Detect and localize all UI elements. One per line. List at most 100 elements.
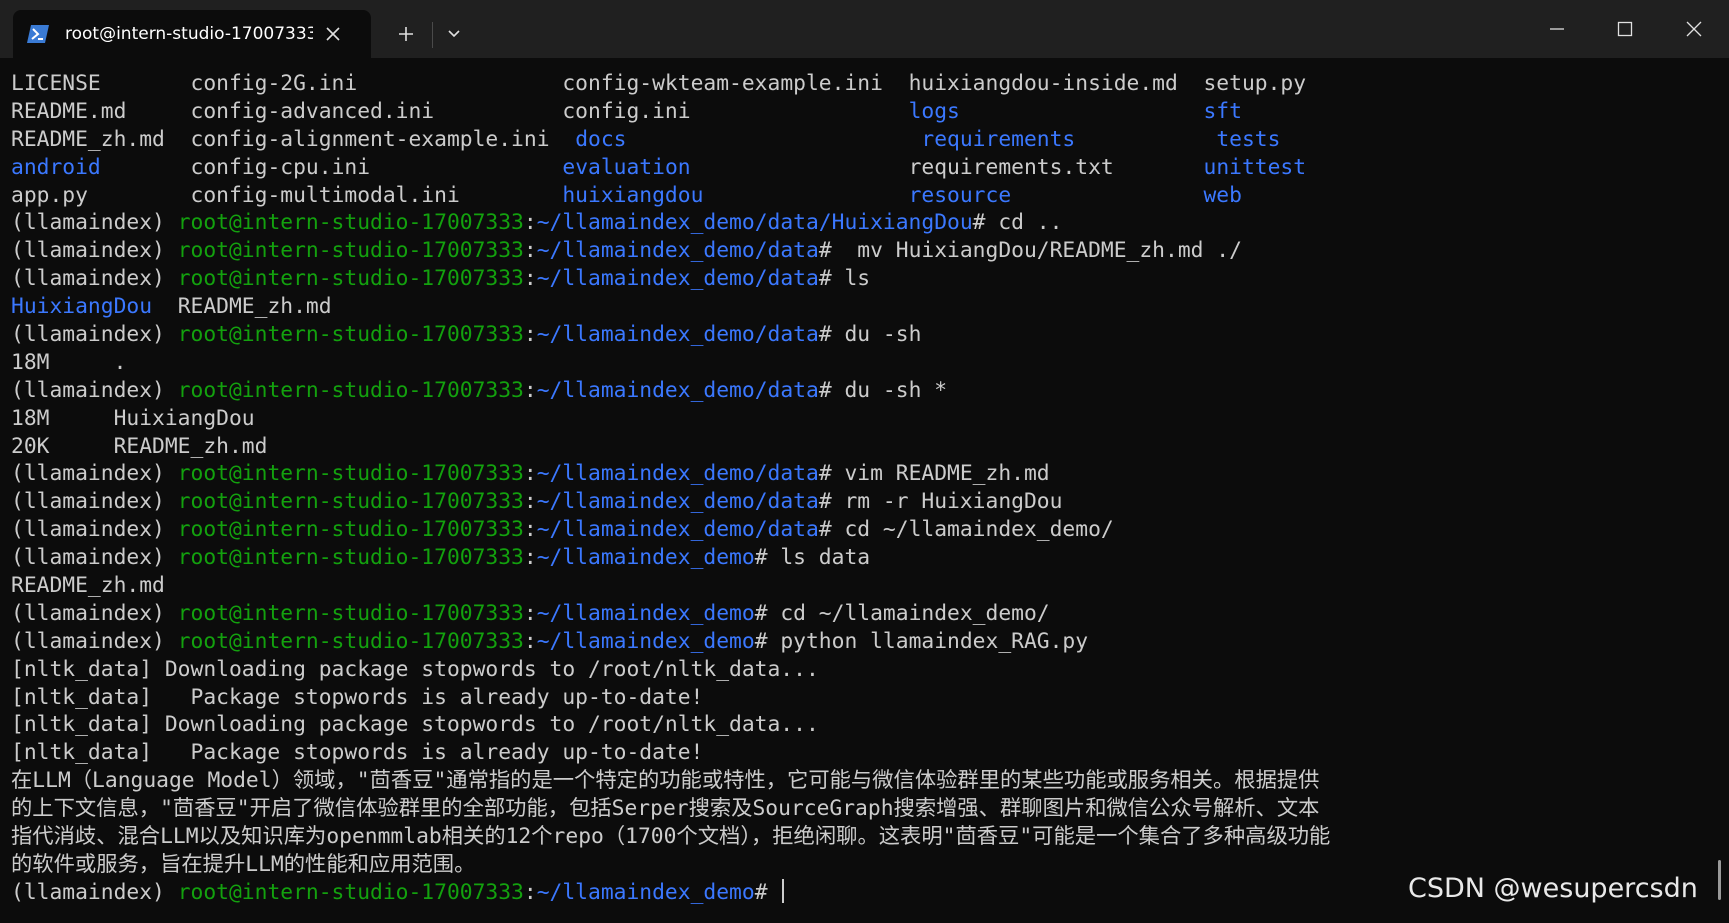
terminal-line: (llamaindex) root@intern-studio-17007333… (11, 321, 1721, 349)
terminal-text: : (523, 628, 537, 654)
terminal-line: (llamaindex) root@intern-studio-17007333… (11, 237, 1721, 265)
minimize-button[interactable] (1527, 0, 1587, 58)
terminal-text: : (523, 322, 537, 348)
prompt-user: root@intern-studio-17007333 (177, 238, 524, 264)
terminal-text: # vim README_zh.md (818, 461, 1050, 487)
terminal-text: (llamaindex) (11, 238, 178, 264)
terminal-text: # ls data (754, 545, 871, 571)
terminal-text: # du -sh * (818, 377, 948, 403)
terminal-text: (llamaindex) (11, 545, 178, 571)
terminal-text: 20K README_zh.md (11, 433, 268, 459)
prompt-user: root@intern-studio-17007333 (177, 461, 524, 487)
terminal-line: (llamaindex) root@intern-studio-17007333… (11, 516, 1721, 544)
prompt-user: root@intern-studio-17007333 (177, 210, 524, 236)
terminal-text: # du -sh (818, 322, 922, 348)
terminal-text: config-2G.ini (190, 71, 358, 96)
prompt-user: root@intern-studio-17007333 (177, 322, 524, 348)
terminal-text: 指代消歧、混合LLM以及知识库为openmmlab相关的12个repo（1700… (11, 824, 1331, 850)
terminal-text: : (523, 377, 537, 403)
terminal-text: 的软件或服务，旨在提升LLM的性能和应用范围。 (11, 851, 476, 877)
terminal-line: 的上下文信息，"茴香豆"开启了微信体验群里的全部功能，包括Serper搜索及So… (11, 795, 1721, 823)
maximize-icon (1617, 21, 1633, 37)
terminal-text: README_zh.md (11, 573, 165, 599)
terminal-text: 18M . (11, 349, 127, 375)
terminal-text: config-advanced.ini (190, 98, 435, 124)
terminal-text: app.py (11, 182, 191, 208)
new-tab-button[interactable] (392, 20, 420, 48)
terminal-line: [nltk_data] Downloading package stopword… (11, 711, 1721, 739)
tab-separator (432, 22, 433, 48)
watermark: CSDN @wesupercsdn (1408, 873, 1698, 904)
terminal-text: config-multimodal.ini (190, 182, 460, 208)
directory-text: ~/llamaindex_demo/data/HuixiangDou (536, 210, 973, 236)
prompt-user: root@intern-studio-17007333 (177, 600, 524, 626)
terminal-text: : (523, 879, 537, 905)
terminal-tab[interactable]: root@intern-studio-17007333 (13, 10, 371, 58)
close-icon (1686, 21, 1702, 37)
terminal-output[interactable]: LICENSE config-2G.ini config-wkteam-exam… (11, 70, 1721, 920)
directory-text: ~/llamaindex_demo/data (536, 517, 819, 543)
directory-text: ~/llamaindex_demo/data (536, 322, 819, 348)
terminal-line: README.md config-advanced.ini config.ini… (11, 98, 1721, 126)
terminal-line: 18M HuixiangDou (11, 405, 1721, 433)
prompt-user: root@intern-studio-17007333 (177, 545, 524, 571)
terminal-text: : (523, 238, 537, 264)
terminal-line: 在LLM（Language Model）领域，"茴香豆"通常指的是一个特定的功能… (11, 767, 1721, 795)
terminal-line: (llamaindex) root@intern-studio-17007333… (11, 488, 1721, 516)
terminal-text: # rm -r HuixiangDou (818, 489, 1063, 515)
terminal-line: app.py config-multimodal.ini huixiangdou… (11, 182, 1721, 210)
terminal-text: README_zh.md (11, 126, 191, 152)
directory-text: docs (575, 126, 627, 152)
terminal-text: # ls (818, 266, 871, 292)
terminal-line: (llamaindex) root@intern-studio-17007333… (11, 265, 1721, 293)
directory-text: ~/llamaindex_demo/data (536, 489, 819, 515)
terminal-text: (llamaindex) (11, 489, 178, 515)
directory-text: ~/llamaindex_demo (536, 600, 755, 626)
terminal-line: (llamaindex) root@intern-studio-17007333… (11, 209, 1721, 237)
terminal-text: : (523, 545, 537, 571)
powershell-icon (27, 24, 49, 44)
prompt-user: root@intern-studio-17007333 (177, 266, 524, 292)
terminal-line: HuixiangDou README_zh.md (11, 293, 1721, 321)
terminal-text: setup.py (1203, 71, 1307, 96)
terminal-text: requirements.txt (908, 154, 1114, 180)
directory-text: ~/llamaindex_demo (536, 879, 755, 905)
terminal-text: (llamaindex) (11, 461, 178, 487)
directory-text: ~/llamaindex_demo/data (536, 377, 819, 403)
terminal-line: LICENSE config-2G.ini config-wkteam-exam… (11, 70, 1721, 98)
chevron-down-icon (448, 30, 460, 38)
close-window-button[interactable] (1664, 0, 1724, 58)
directory-text: sft (1203, 98, 1242, 124)
terminal-text: (llamaindex) (11, 266, 178, 292)
terminal-text: # cd ~/llamaindex_demo/ (818, 517, 1114, 543)
directory-text: ~/llamaindex_demo/data (536, 238, 819, 264)
tab-dropdown-button[interactable] (440, 20, 468, 48)
terminal-text: (llamaindex) (11, 322, 178, 348)
terminal-line: (llamaindex) root@intern-studio-17007333… (11, 600, 1721, 628)
terminal-text: README_zh.md (152, 294, 332, 320)
close-tab-icon[interactable] (321, 22, 345, 46)
directory-text: resource (908, 182, 1012, 208)
terminal-line: 20K README_zh.md (11, 433, 1721, 461)
directory-text: android (11, 154, 101, 180)
terminal-text: # cd .. (972, 210, 1063, 236)
terminal-text: : (523, 600, 537, 626)
terminal-text: : (523, 210, 537, 236)
directory-text: tests (1216, 126, 1281, 152)
directory-text: unittest (1203, 154, 1307, 180)
maximize-button[interactable] (1595, 0, 1655, 58)
title-bar: root@intern-studio-17007333 (0, 0, 1729, 58)
terminal-text: config-alignment-example.ini (190, 126, 550, 152)
terminal-text: 18M HuixiangDou (11, 405, 255, 431)
terminal-text: : (523, 461, 537, 487)
terminal-text: huixiangdou-inside.md (908, 71, 1178, 96)
terminal-line: [nltk_data] Downloading package stopword… (11, 656, 1721, 684)
terminal-text: config-wkteam-example.ini (562, 71, 883, 96)
